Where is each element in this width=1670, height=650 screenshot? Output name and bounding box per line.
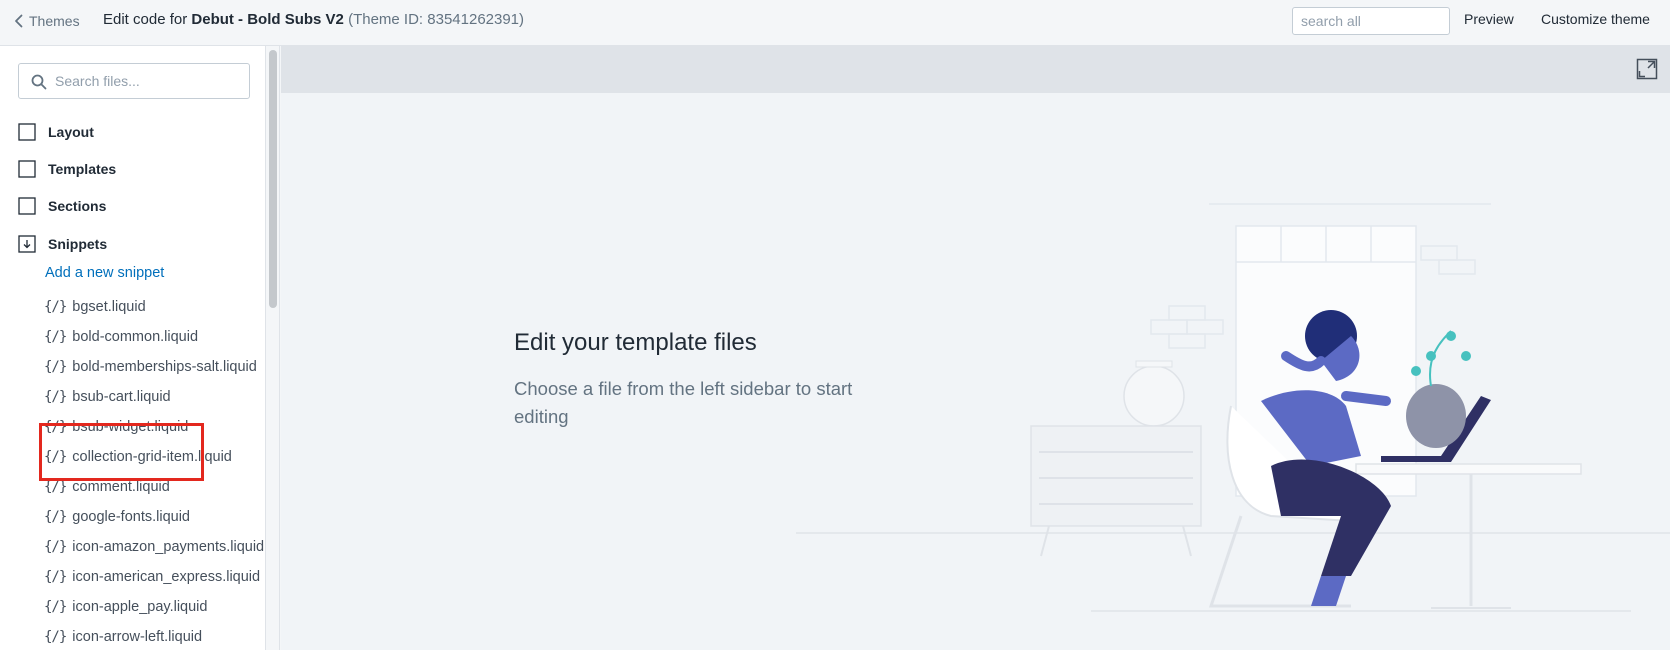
file-item-google-fonts[interactable]: {/} google-fonts.liquid — [44, 502, 265, 532]
code-file-icon: {/} — [44, 359, 67, 375]
file-name: collection-grid-item.liquid — [72, 449, 232, 465]
folder-templates[interactable]: Templates — [18, 157, 116, 181]
code-file-icon: {/} — [44, 299, 67, 315]
page-title: Edit code for Debut - Bold Subs V2 (Them… — [103, 11, 524, 28]
code-file-icon: {/} — [44, 389, 67, 405]
search-files-input[interactable] — [55, 68, 243, 94]
file-name: bold-memberships-salt.liquid — [72, 359, 257, 375]
folder-sections[interactable]: Sections — [18, 194, 106, 218]
file-item-collection-grid-item[interactable]: {/} collection-grid-item.liquid — [44, 442, 265, 472]
file-item-bsub-cart[interactable]: {/} bsub-cart.liquid — [44, 382, 265, 412]
file-name: bsub-widget.liquid — [72, 419, 189, 435]
search-icon — [31, 74, 47, 90]
file-item-icon-amazon-payments[interactable]: {/} icon-amazon_payments.liquid — [44, 532, 265, 562]
code-file-icon: {/} — [44, 509, 67, 525]
customize-theme-button[interactable]: Customize theme — [1541, 11, 1650, 27]
file-sidebar: Layout Templates Sections Snippets Add a… — [0, 46, 266, 650]
folder-label: Snippets — [48, 236, 108, 252]
expand-icon[interactable] — [1636, 58, 1658, 80]
chevron-left-icon — [15, 14, 23, 28]
sidebar-scrollbar[interactable] — [266, 46, 280, 650]
file-name: bgset.liquid — [72, 299, 146, 315]
code-file-icon: {/} — [44, 569, 67, 585]
file-search — [18, 63, 250, 99]
file-item-bsub-widget[interactable]: {/} bsub-widget.liquid — [44, 412, 265, 442]
search-all-input[interactable] — [1292, 7, 1450, 35]
file-item-icon-arrow-left[interactable]: {/} icon-arrow-left.liquid — [44, 622, 265, 650]
code-file-icon: {/} — [44, 329, 67, 345]
developer-illustration — [796, 203, 1670, 612]
folder-label: Sections — [48, 198, 107, 214]
folder-snippets[interactable]: Snippets — [18, 232, 107, 256]
file-item-icon-apple-pay[interactable]: {/} icon-apple_pay.liquid — [44, 592, 265, 622]
folder-label: Templates — [48, 161, 117, 177]
code-file-icon: {/} — [44, 539, 67, 555]
folder-icon — [18, 123, 36, 141]
file-name: icon-american_express.liquid — [72, 569, 261, 585]
file-item-comment[interactable]: {/} comment.liquid — [44, 472, 265, 502]
code-file-icon: {/} — [44, 629, 67, 645]
folder-label: Layout — [48, 124, 94, 140]
editor-area: Edit your template files Choose a file f… — [281, 46, 1670, 650]
file-item-bgset[interactable]: {/} bgset.liquid — [44, 292, 265, 322]
folder-icon — [18, 197, 36, 215]
theme-id: (Theme ID: 83541262391) — [348, 11, 525, 28]
code-file-icon: {/} — [44, 449, 67, 465]
scrollbar-thumb[interactable] — [269, 50, 277, 308]
add-new-snippet-link[interactable]: Add a new snippet — [45, 265, 164, 281]
folder-open-icon — [18, 235, 36, 253]
top-bar: Themes Edit code for Debut - Bold Subs V… — [0, 0, 1670, 46]
title-prefix: Edit code for — [103, 11, 192, 28]
back-label: Themes — [29, 13, 80, 29]
file-name: comment.liquid — [72, 479, 170, 495]
file-name: google-fonts.liquid — [72, 509, 190, 525]
file-item-icon-american-express[interactable]: {/} icon-american_express.liquid — [44, 562, 265, 592]
code-file-icon: {/} — [44, 599, 67, 615]
file-name: icon-amazon_payments.liquid — [72, 539, 265, 555]
file-item-bold-common[interactable]: {/} bold-common.liquid — [44, 322, 265, 352]
empty-state-title: Edit your template files — [514, 329, 757, 356]
file-name: bsub-cart.liquid — [72, 389, 171, 405]
theme-name: Debut - Bold Subs V2 — [191, 11, 344, 28]
editor-toolbar — [281, 46, 1670, 93]
code-file-icon: {/} — [44, 479, 67, 495]
folder-layout[interactable]: Layout — [18, 120, 94, 144]
folder-icon — [18, 160, 36, 178]
file-item-bold-memberships-salt[interactable]: {/} bold-memberships-salt.liquid — [44, 352, 265, 382]
file-name: icon-arrow-left.liquid — [72, 629, 203, 645]
preview-button[interactable]: Preview — [1464, 11, 1514, 27]
back-to-themes-link[interactable]: Themes — [14, 10, 80, 32]
file-name: bold-common.liquid — [72, 329, 199, 345]
file-name: icon-apple_pay.liquid — [72, 599, 208, 615]
code-file-icon: {/} — [44, 419, 67, 435]
snippet-file-list: {/} bgset.liquid {/} bold-common.liquid {/… — [44, 292, 265, 650]
